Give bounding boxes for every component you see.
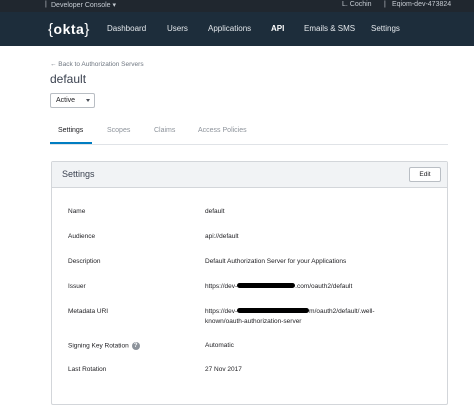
nav-applications[interactable]: Applications [208,24,251,33]
field-value-issuer: https://dev- .com/oauth2/default [205,283,352,290]
field-label-audience: Audience [68,233,96,240]
field-value-metadata-uri[interactable]: https://dev-m/oauth2/default/.well- [205,308,375,315]
nav-users[interactable]: Users [167,24,188,33]
nav-emails-sms[interactable]: Emails & SMS [304,24,355,33]
divider: | [384,1,386,8]
field-label-name: Name [68,208,86,215]
metadata-suffix: m/oauth2/default/.well- [309,308,375,315]
field-value-description: Default Authorization Server for your Ap… [205,258,347,265]
page-title: default [50,72,87,86]
settings-panel: Settings Edit Name default Audience api:… [51,161,448,405]
tab-scopes[interactable]: Scopes [107,127,130,134]
user-menu[interactable]: L. Cochin [342,1,372,8]
divider: | [45,1,47,8]
field-value-last-rotation: 27 Nov 2017 [205,366,242,373]
field-value-signing-key-rotation: Automatic [205,342,234,349]
logo-text: okta [53,21,85,37]
field-label-signing-key-rotation: Signing Key Rotation? [68,342,140,350]
nav-dashboard[interactable]: Dashboard [107,24,146,33]
nav-settings[interactable]: Settings [371,24,400,33]
tab-settings[interactable]: Settings [58,127,83,134]
developer-console-menu[interactable]: Developer Console ▾ [51,1,117,10]
redaction-mark [237,308,310,314]
tab-divider [50,144,448,145]
chevron-down-icon [86,99,90,102]
okta-logo[interactable]: { okta } [48,19,90,39]
field-label-issuer: Issuer [68,283,86,290]
edit-button[interactable]: Edit [409,167,441,182]
status-select[interactable]: Active [50,93,95,108]
redaction-mark [237,283,296,289]
panel-header: Settings Edit [52,162,447,188]
field-value-audience: api://default [205,233,239,240]
developer-console-label: Developer Console [51,1,111,9]
tab-access-policies[interactable]: Access Policies [198,127,247,134]
caret-down-icon: ▾ [112,2,117,9]
signing-key-rotation-label: Signing Key Rotation [68,342,129,350]
nav-api[interactable]: API [271,24,284,33]
main-nav: { okta } Dashboard Users Applications AP… [0,12,474,46]
metadata-prefix: https://dev- [205,308,238,315]
field-label-description: Description [68,258,101,265]
active-tab-indicator [50,142,92,144]
field-label-last-rotation: Last Rotation [68,366,107,373]
issuer-prefix: https://dev- [205,283,238,290]
org-name: Eqiom-dev-473824 [392,1,452,8]
tab-claims[interactable]: Claims [154,127,175,134]
help-icon[interactable]: ? [131,342,140,350]
status-value: Active [56,97,76,104]
issuer-suffix: .com/oauth2/default [295,283,353,290]
field-label-metadata-uri: Metadata URI [68,308,109,315]
panel-title: Settings [62,169,95,179]
field-value-name: default [205,208,225,215]
back-to-authorization-servers-link[interactable]: ← Back to Authorization Servers [50,61,144,68]
field-value-metadata-uri-line2: known/oauth-authorization-server [205,318,302,325]
utility-bar: | Developer Console ▾ L. Cochin | Eqiom-… [0,0,474,12]
